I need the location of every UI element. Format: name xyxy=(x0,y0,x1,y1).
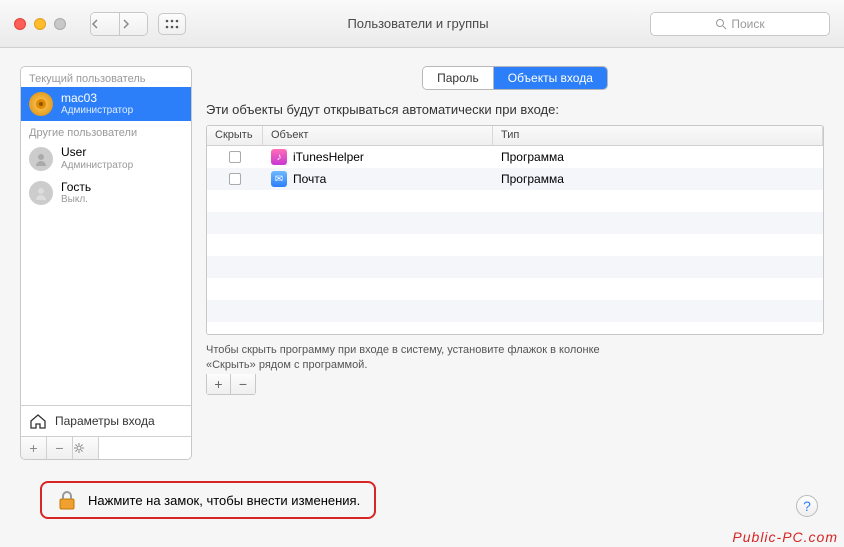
titlebar: Пользователи и группы Поиск xyxy=(0,0,844,48)
col-hide-header[interactable]: Скрыть xyxy=(207,126,263,145)
lock-icon xyxy=(56,489,78,511)
sidebar-user-user[interactable]: User Администратор xyxy=(21,141,191,175)
zoom-window-button[interactable] xyxy=(54,18,66,30)
nav-back-forward xyxy=(90,12,148,36)
minimize-window-button[interactable] xyxy=(34,18,46,30)
window-controls xyxy=(14,18,66,30)
item-name: iTunesHelper xyxy=(293,150,364,164)
grid-icon xyxy=(165,19,179,29)
hide-checkbox[interactable] xyxy=(229,151,241,163)
user-role: Администратор xyxy=(61,105,133,117)
user-actions-button[interactable] xyxy=(73,437,99,459)
item-type: Программа xyxy=(493,172,823,186)
users-groups-window: Пользователи и группы Поиск Текущий поль… xyxy=(0,0,844,547)
user-role: Выкл. xyxy=(61,194,91,206)
col-object-header[interactable]: Объект xyxy=(263,126,493,145)
hide-checkbox[interactable] xyxy=(229,173,241,185)
tab-segment: Пароль Объекты входа xyxy=(422,66,608,90)
login-options-button[interactable]: Параметры входа xyxy=(21,405,191,436)
search-field[interactable]: Поиск xyxy=(650,12,830,36)
help-button[interactable]: ? xyxy=(796,495,818,517)
chevron-right-icon xyxy=(120,19,130,29)
main-panel: Пароль Объекты входа Эти объекты будут о… xyxy=(206,66,824,460)
search-placeholder: Поиск xyxy=(731,17,764,31)
user-name: User xyxy=(61,145,133,159)
table-header: Скрыть Объект Тип xyxy=(207,126,823,146)
back-button[interactable] xyxy=(91,13,119,35)
current-user-section-label: Текущий пользователь xyxy=(21,67,191,87)
close-window-button[interactable] xyxy=(14,18,26,30)
table-toolbar: + − xyxy=(206,374,256,395)
tab-password[interactable]: Пароль xyxy=(423,67,493,89)
user-name: Гость xyxy=(61,180,91,194)
house-icon xyxy=(29,412,47,430)
sidebar-user-guest[interactable]: Гость Выкл. xyxy=(21,176,191,210)
search-icon xyxy=(715,18,727,30)
itunes-icon: ♪ xyxy=(271,149,287,165)
chevron-left-icon xyxy=(91,19,101,29)
show-all-prefs-button[interactable] xyxy=(158,13,186,35)
login-items-table: Скрыть Объект Тип ♪ iTunesHelper Програм… xyxy=(206,125,824,335)
mail-icon: ✉ xyxy=(271,171,287,187)
avatar-icon xyxy=(29,147,53,171)
user-role: Администратор xyxy=(61,160,133,172)
col-type-header[interactable]: Тип xyxy=(493,126,823,145)
remove-item-button[interactable]: − xyxy=(231,374,255,394)
add-user-button[interactable]: + xyxy=(21,437,47,459)
table-row[interactable]: ✉ Почта Программа xyxy=(207,168,823,190)
content-body: Текущий пользователь mac03 Администратор… xyxy=(0,48,844,478)
tab-login-items[interactable]: Объекты входа xyxy=(493,67,607,89)
item-type: Программа xyxy=(493,150,823,164)
forward-button[interactable] xyxy=(119,13,147,35)
watermark: Public-PC.com xyxy=(732,529,838,545)
user-name: mac03 xyxy=(61,91,133,105)
add-item-button[interactable]: + xyxy=(207,374,231,394)
lock-text: Нажмите на замок, чтобы внести изменения… xyxy=(88,493,360,508)
other-users-section-label: Другие пользователи xyxy=(21,121,191,141)
sidebar-toolbar: + − xyxy=(21,436,191,459)
avatar-icon xyxy=(29,181,53,205)
avatar-icon xyxy=(29,92,53,116)
item-name: Почта xyxy=(293,172,326,186)
hide-note: Чтобы скрыть программу при входе в систе… xyxy=(206,343,606,374)
users-sidebar: Текущий пользователь mac03 Администратор… xyxy=(20,66,192,460)
table-body: ♪ iTunesHelper Программа ✉ Почта Програм… xyxy=(207,146,823,335)
login-items-description: Эти объекты будут открываться автоматиче… xyxy=(206,102,824,117)
lock-to-edit[interactable]: Нажмите на замок, чтобы внести изменения… xyxy=(40,481,376,519)
table-row[interactable]: ♪ iTunesHelper Программа xyxy=(207,146,823,168)
sidebar-user-mac03[interactable]: mac03 Администратор xyxy=(21,87,191,121)
gear-icon xyxy=(73,442,85,454)
window-title: Пользователи и группы xyxy=(196,16,640,31)
remove-user-button[interactable]: − xyxy=(47,437,73,459)
